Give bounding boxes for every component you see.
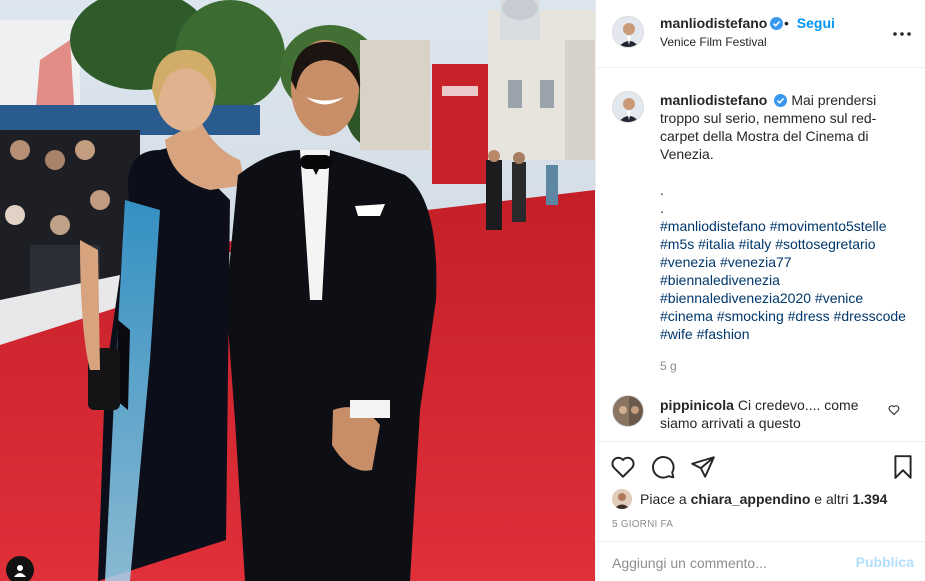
hashtag-link[interactable]: #venezia [660,254,716,270]
post-header: manliodistefano • Segui Venice Film Fest… [596,0,925,68]
caption-username[interactable]: manliodistefano [660,92,767,108]
likes-count[interactable]: 1.394 [852,491,887,507]
comment-like-heart-icon[interactable] [888,403,900,419]
commenter-username[interactable]: pippinicola [660,397,734,413]
post-location[interactable]: Venice Film Festival [660,35,767,49]
comment-text: pippinicola Ci credevo.... come siamo arr… [660,396,880,432]
comment-input[interactable] [612,552,842,574]
caption-hashtags: #manliodistefano #movimento5stelle #m5s … [660,217,910,343]
caption-body: Mai prendersi troppo sul serio, nemmeno … [660,92,877,216]
like-heart-icon[interactable] [610,454,636,480]
hashtag-link[interactable]: #italy [739,236,772,252]
post-date[interactable]: 5 GIORNI FA [612,519,673,530]
author-avatar[interactable] [612,16,644,48]
author-username-text[interactable]: manliodistefano [660,15,767,31]
hashtag-link[interactable]: #biennaledivenezia2020 [660,290,811,306]
user-tag-icon[interactable] [6,556,34,581]
hashtag-link[interactable]: #manliodistefano [660,218,766,234]
comments-area[interactable]: manliodistefano Mai prendersi troppo sul … [596,69,925,441]
hashtag-link[interactable]: #biennaledivenezia [660,272,780,288]
comment-icon[interactable] [650,454,676,480]
caption-avatar[interactable] [612,91,644,123]
post-actions: Piace a chiara_appendino e altri 1.394 5… [596,441,925,581]
publish-button[interactable]: Pubblica [856,554,914,570]
verified-badge-icon [774,94,788,107]
follow-button[interactable]: Segui [797,15,835,31]
likes-suffix: e altri [814,491,849,507]
post-photo[interactable] [0,0,595,581]
hashtag-link[interactable]: #wife [660,326,693,342]
follow-row: • Segui [784,15,835,31]
more-options-icon[interactable] [890,22,914,46]
likes-summary[interactable]: Piace a chiara_appendino e altri 1.394 [612,489,887,509]
hashtag-link[interactable]: #dresscode [834,308,906,324]
caption-text: manliodistefano Mai prendersi troppo sul … [660,91,900,217]
liker-avatar[interactable] [612,489,632,509]
author-username[interactable]: manliodistefano [660,15,784,31]
commenter-avatar[interactable] [612,395,644,427]
hashtag-link[interactable]: #smocking [717,308,784,324]
follow-separator: • [784,15,789,31]
red-carpet-photo [0,0,595,581]
hashtag-link[interactable]: #cinema [660,308,713,324]
hashtag-link[interactable]: #m5s [660,236,694,252]
share-icon[interactable] [690,454,716,480]
hashtag-link[interactable]: #fashion [697,326,750,342]
verified-badge-icon [770,17,784,30]
likes-prefix: Piace a [640,491,687,507]
add-comment-bar: Pubblica [596,541,925,581]
hashtag-link[interactable]: #italia [698,236,735,252]
hashtag-link[interactable]: #movimento5stelle [770,218,887,234]
hashtag-link[interactable]: #sottosegretario [775,236,875,252]
hashtag-link[interactable]: #venice [815,290,863,306]
save-bookmark-icon[interactable] [890,454,916,480]
post-sidebar: manliodistefano • Segui Venice Film Fest… [595,0,925,581]
caption-time[interactable]: 5 g [660,359,677,373]
hashtag-link[interactable]: #dress [788,308,830,324]
hashtag-link[interactable]: #venezia77 [720,254,792,270]
liker-username[interactable]: chiara_appendino [691,491,811,507]
